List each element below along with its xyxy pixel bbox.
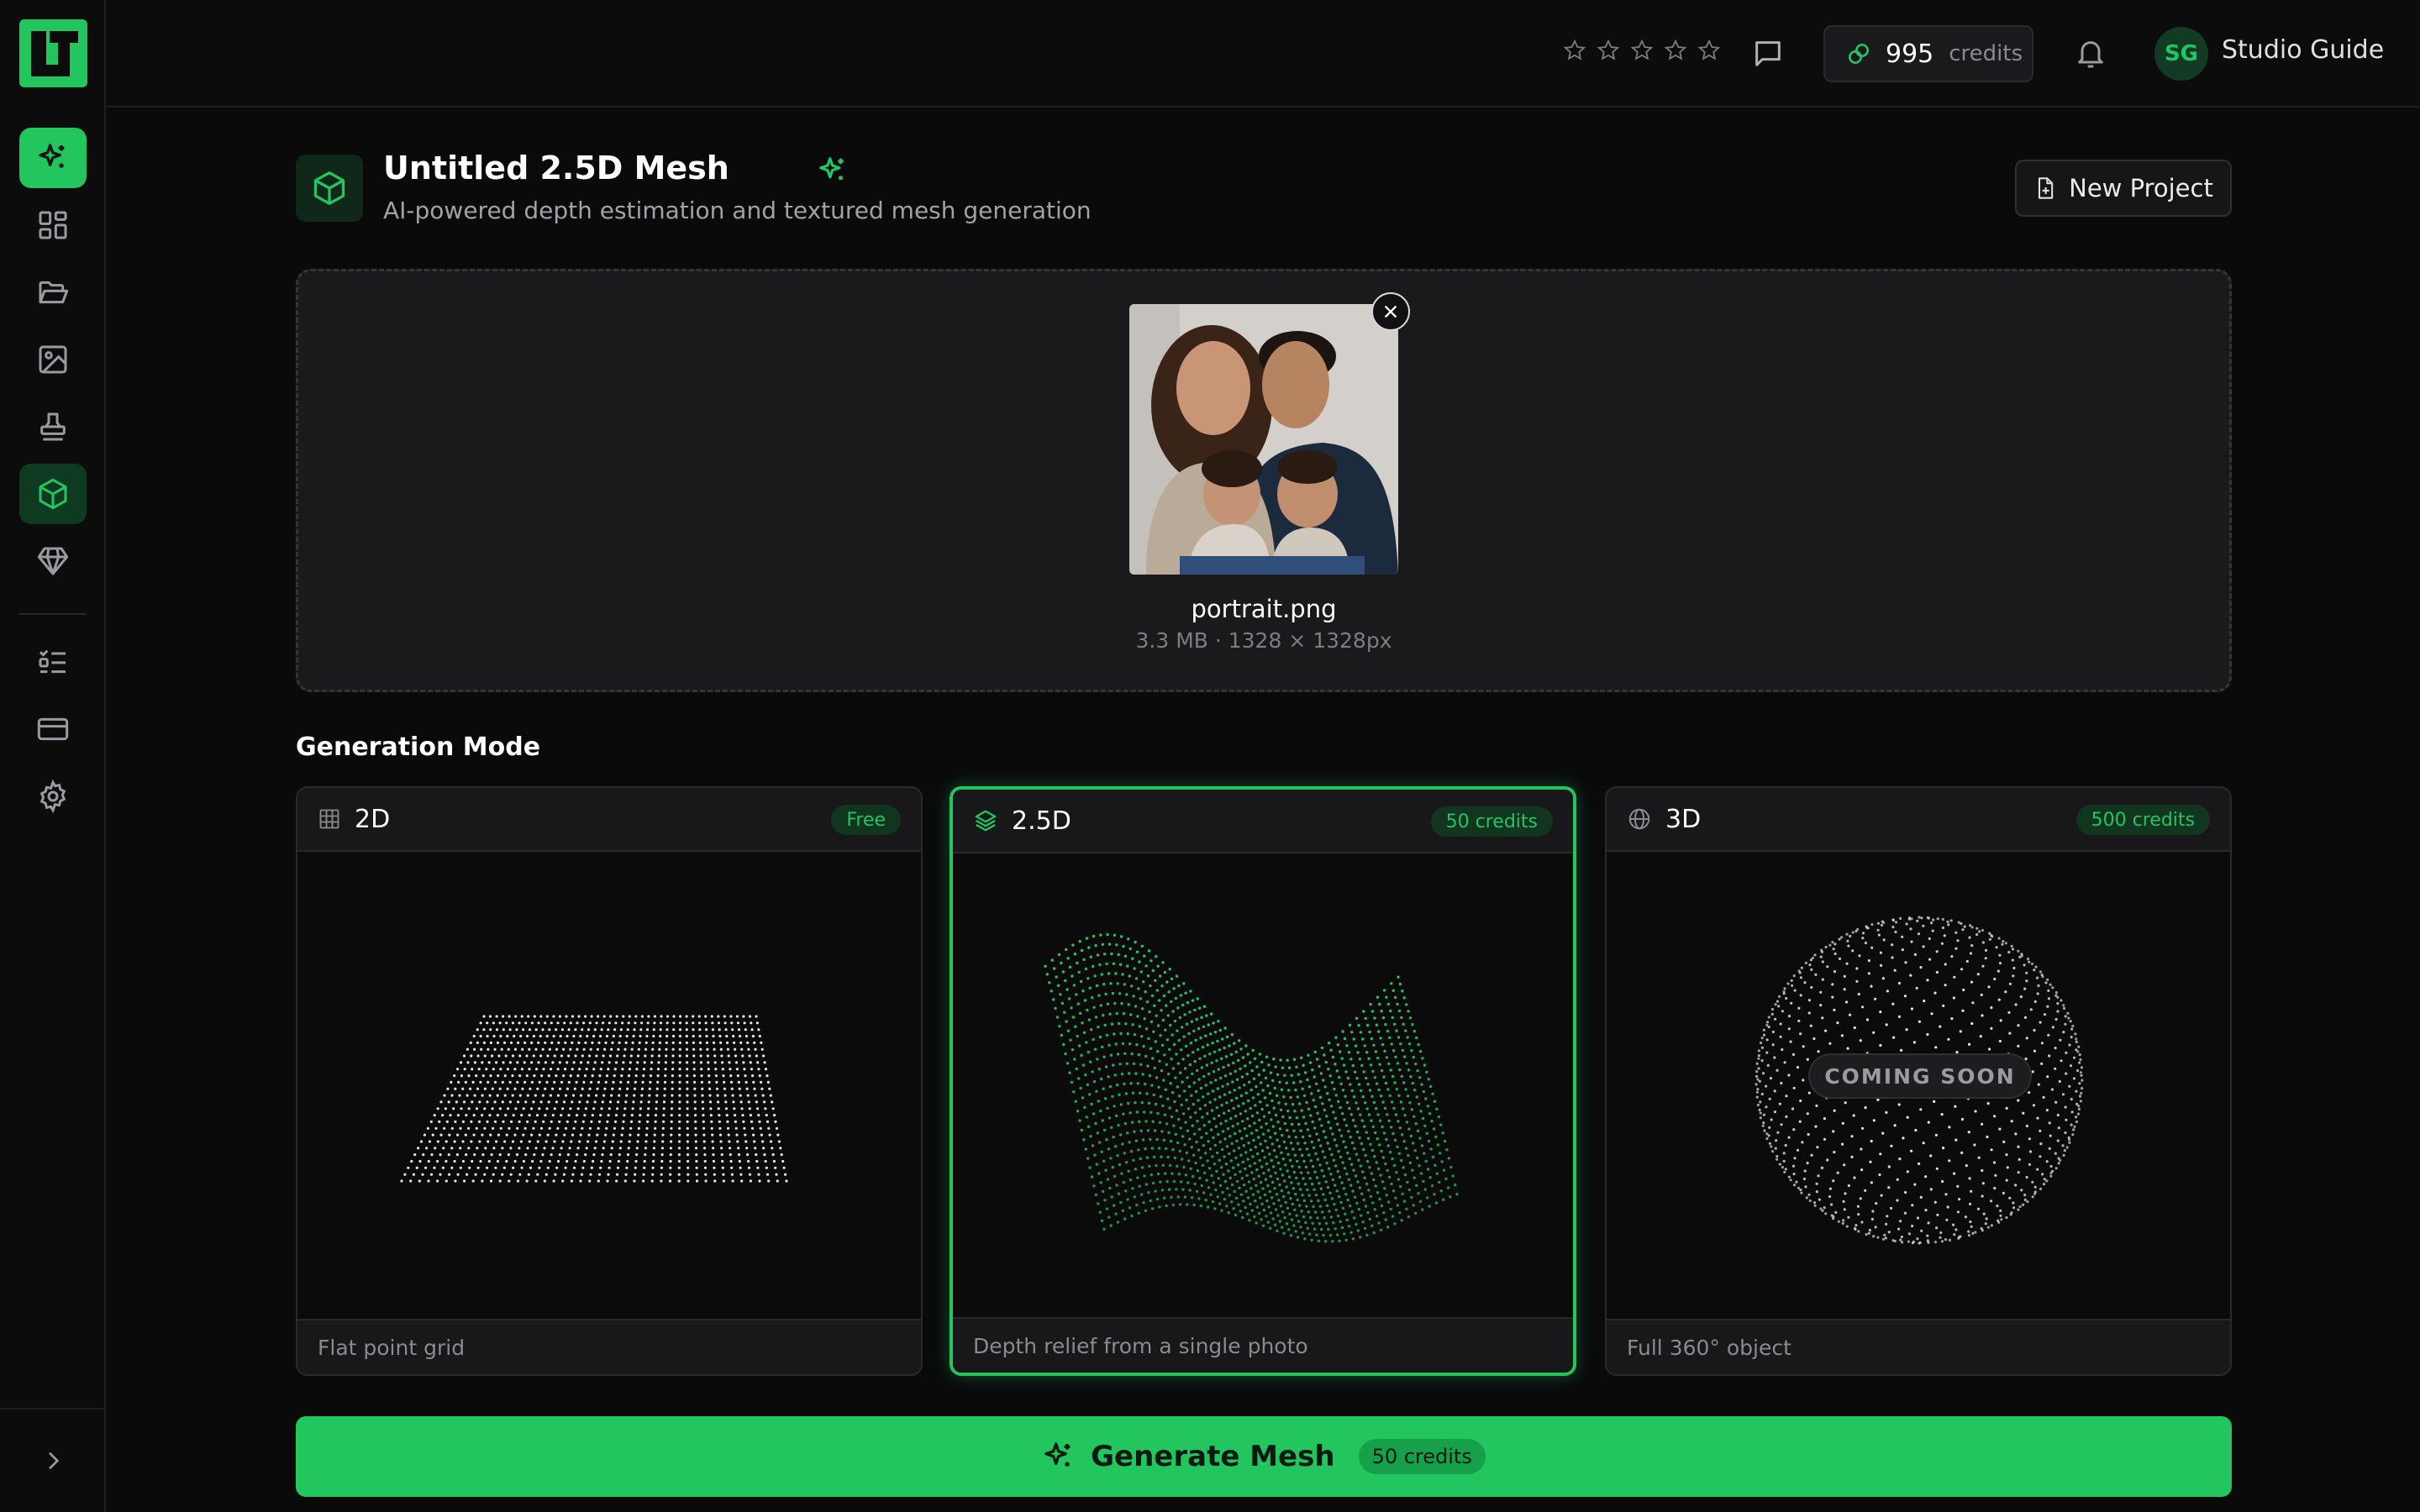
page-subtitle: AI-powered depth estimation and textured… bbox=[383, 197, 1092, 224]
generate-mesh-button[interactable]: Generate Mesh 50 credits bbox=[296, 1416, 2232, 1497]
mode-card-2-5d[interactable]: 2.5D 50 credits Depth relief from a sing… bbox=[950, 786, 1576, 1376]
mode-badge: 500 credits bbox=[2075, 805, 2210, 835]
image-icon bbox=[39, 345, 67, 374]
cube-icon bbox=[39, 478, 67, 510]
avatar[interactable]: SG bbox=[2154, 27, 2208, 81]
star-icon[interactable] bbox=[1664, 39, 1687, 62]
globe-icon bbox=[1628, 808, 1650, 830]
mode-badge: 50 credits bbox=[1430, 806, 1553, 837]
sidebar-item-billing[interactable] bbox=[19, 699, 87, 759]
page-title[interactable]: Untitled 2.5D Mesh bbox=[383, 150, 729, 186]
sidebar-item-tasks[interactable] bbox=[19, 632, 87, 692]
sidebar-item-projects[interactable] bbox=[19, 262, 87, 323]
mode-preview: COMING SOON bbox=[1607, 852, 2230, 1319]
uploaded-file-name: portrait.png bbox=[1191, 595, 1337, 623]
coins-icon bbox=[1849, 44, 1869, 64]
sidebar-expand-area bbox=[0, 1408, 106, 1512]
mode-title: 2D bbox=[355, 804, 391, 834]
stamp-icon bbox=[40, 412, 66, 441]
uploaded-file-meta: 3.3 MB · 1328 × 1328px bbox=[1135, 628, 1392, 653]
app-logo[interactable] bbox=[19, 19, 87, 87]
sidebar bbox=[0, 0, 106, 1512]
layers-icon bbox=[975, 810, 997, 832]
sidebar-item-settings[interactable] bbox=[19, 766, 87, 827]
mode-preview bbox=[297, 852, 921, 1319]
sidebar-divider bbox=[19, 613, 87, 615]
cube-icon bbox=[313, 171, 345, 205]
star-icon[interactable] bbox=[1630, 39, 1654, 62]
user-name[interactable]: Studio Guide bbox=[2222, 35, 2384, 65]
generate-cost-badge: 50 credits bbox=[1358, 1439, 1486, 1474]
bell-icon[interactable] bbox=[2074, 37, 2107, 71]
family-photo-image bbox=[1129, 304, 1398, 575]
mode-title: 2.5D bbox=[1012, 806, 1071, 836]
sidebar-item-mesh[interactable] bbox=[19, 464, 87, 524]
mode-card-3d[interactable]: 3D 500 credits COMING SOON Full 360° obj… bbox=[1605, 786, 2232, 1376]
logo-mark-icon bbox=[30, 30, 78, 76]
folder-open-icon bbox=[39, 281, 69, 304]
credits-balance[interactable]: 995 credits bbox=[1823, 25, 2033, 82]
feedback-chat-icon[interactable] bbox=[1751, 37, 1785, 71]
mode-card-header: 2.5D 50 credits bbox=[953, 790, 1573, 853]
task-list-icon bbox=[39, 649, 66, 674]
gem-icon bbox=[37, 547, 69, 575]
generation-mode-title: Generation Mode bbox=[296, 732, 541, 762]
mode-card-2d[interactable]: 2D Free Flat point grid bbox=[296, 786, 923, 1376]
depth-relief-preview bbox=[1044, 932, 1459, 1243]
new-project-label: New Project bbox=[2069, 174, 2213, 202]
top-bar bbox=[106, 0, 2420, 108]
new-project-button[interactable]: New Project bbox=[2015, 160, 2232, 217]
mode-caption: Flat point grid bbox=[297, 1319, 921, 1374]
rating-stars[interactable] bbox=[1563, 39, 1721, 62]
star-icon[interactable] bbox=[1597, 39, 1620, 62]
mode-card-header: 3D 500 credits bbox=[1607, 788, 2230, 852]
mode-caption: Depth relief from a single photo bbox=[953, 1317, 1573, 1373]
mode-badge: Free bbox=[831, 805, 901, 835]
flat-grid-preview bbox=[400, 1015, 788, 1183]
uploaded-image-preview bbox=[1129, 304, 1398, 575]
star-icon[interactable] bbox=[1697, 39, 1721, 62]
sidebar-item-dashboard[interactable] bbox=[19, 195, 87, 255]
sidebar-item-stamp[interactable] bbox=[19, 396, 87, 457]
sparkle-icon bbox=[1044, 1442, 1071, 1467]
grid-icon bbox=[319, 809, 339, 829]
close-icon bbox=[1384, 305, 1397, 318]
mode-caption: Full 360° object bbox=[1607, 1319, 2230, 1374]
mode-card-header: 2D Free bbox=[297, 788, 921, 852]
sparkle-icon bbox=[39, 144, 65, 168]
sidebar-item-images[interactable] bbox=[19, 329, 87, 390]
chevron-right-icon[interactable] bbox=[39, 1447, 66, 1474]
sidebar-item-generate[interactable] bbox=[19, 128, 87, 188]
coming-soon-badge: COMING SOON bbox=[1808, 1053, 2032, 1099]
sidebar-item-premium[interactable] bbox=[19, 531, 87, 591]
sparkle-icon bbox=[819, 157, 844, 181]
remove-image-button[interactable] bbox=[1371, 292, 1410, 331]
project-type-badge bbox=[296, 155, 363, 222]
mode-title: 3D bbox=[1665, 804, 1702, 834]
star-icon[interactable] bbox=[1563, 39, 1586, 62]
credits-label: credits bbox=[1949, 41, 2023, 66]
dashboard-icon bbox=[39, 211, 67, 239]
generate-mesh-label: Generate Mesh bbox=[1091, 1440, 1335, 1473]
file-plus-icon bbox=[2039, 177, 2054, 199]
mode-preview bbox=[953, 853, 1573, 1317]
credit-card-icon bbox=[37, 717, 69, 741]
gear-icon bbox=[39, 780, 66, 813]
credits-value: 995 bbox=[1886, 39, 1934, 69]
